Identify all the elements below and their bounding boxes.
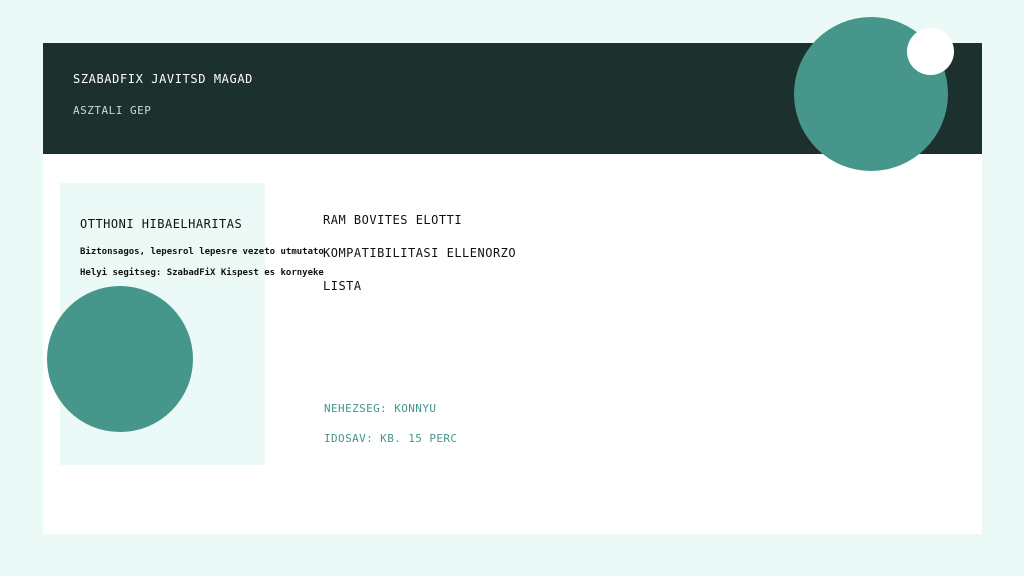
side-panel-line-safety: Biztonsagos, lepesrol lepesre vezeto utm… bbox=[80, 247, 324, 257]
side-panel-line-local-help: Helyi segitseg: SzabadFiX Kispest es kor… bbox=[80, 268, 324, 278]
side-panel-heading: OTTHONI HIBAELHARITAS bbox=[80, 217, 243, 231]
main-title-line-2: KOMPATIBILITASI ELLENORZO bbox=[323, 246, 517, 260]
page: SZABADFIX JAVITSD MAGAD ASZTALI GEP OTTH… bbox=[0, 0, 1024, 576]
duration-label: IDOSAV: KB. 15 PERC bbox=[324, 432, 458, 445]
difficulty-label: NEHEZSEG: KONNYU bbox=[324, 402, 437, 415]
main-title-line-1: RAM BOVITES ELOTTI bbox=[323, 213, 463, 227]
decorative-circle-side bbox=[47, 286, 193, 432]
main-title-line-3: LISTA bbox=[323, 279, 362, 293]
category-subtitle: ASZTALI GEP bbox=[73, 104, 152, 117]
decorative-circle-small bbox=[907, 28, 954, 75]
brand-title: SZABADFIX JAVITSD MAGAD bbox=[73, 72, 253, 86]
